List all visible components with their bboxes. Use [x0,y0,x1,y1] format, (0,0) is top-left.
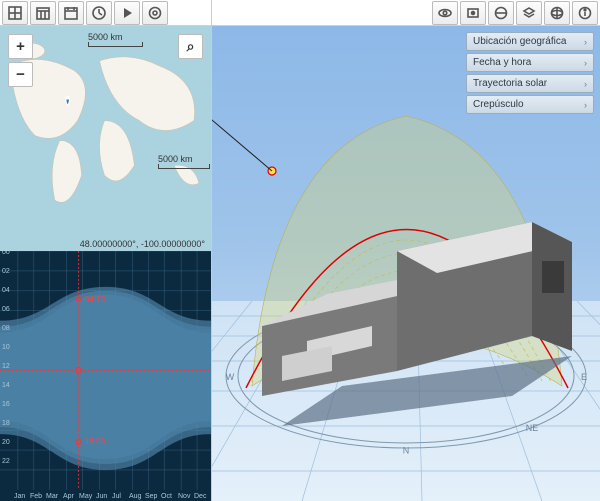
panel-layout-button[interactable] [2,1,28,25]
month-label: Sep [145,493,157,500]
hour-label: 06 [2,306,10,313]
map-scale-bottom: 5000 km [158,154,210,169]
play-icon [120,6,134,20]
month-label: Feb [30,493,42,500]
month-label: Jul [112,493,121,500]
compass-w: W [226,372,235,382]
play-button[interactable] [114,1,140,25]
panel-twilight[interactable]: Crepúsculo › [466,95,594,114]
layers-button[interactable] [516,1,542,25]
map-scale-top: 5000 km [88,32,143,47]
globe-button[interactable] [544,1,570,25]
info-icon [578,6,592,20]
month-label: Jan [14,493,25,500]
sunrise-time: 04:13 [84,295,106,304]
hour-label: 16 [2,401,10,408]
month-label: May [79,493,92,500]
toolbar-right [430,0,600,26]
eye-icon [438,6,452,20]
hour-label: 20 [2,439,10,446]
compass-ne: NE [526,423,539,433]
chevron-right-icon: › [584,58,587,68]
chevron-right-icon: › [584,79,587,89]
settings-button[interactable] [142,1,168,25]
month-label: Mar [46,493,58,500]
projection-icon [494,6,508,20]
panel-layout-icon [8,6,22,20]
map-canvas [0,26,211,250]
panel-label: Fecha y hora [473,57,531,68]
month-label: Dec [194,493,206,500]
hour-label: 04 [2,287,10,294]
world-map[interactable]: + − ⌕ 5000 km 5000 km 48.00000000°, -100… [0,26,211,251]
hour-label: 02 [2,268,10,275]
calendar-grid-button[interactable] [30,1,56,25]
visibility-button[interactable] [432,1,458,25]
month-label: Oct [161,493,172,500]
month-label: Aug [129,493,141,500]
calendar-button[interactable] [58,1,84,25]
hour-label: 22 [2,458,10,465]
toolbar-left [0,0,211,26]
display-mode-button[interactable] [460,1,486,25]
hour-label: 00 [2,251,10,256]
chevron-right-icon: › [584,100,587,110]
panel-solar-path[interactable]: Trayectoria solar › [466,74,594,93]
clock-button[interactable] [86,1,112,25]
compass-n: N [403,445,410,455]
panel-geo-location[interactable]: Ubicación geográfica › [466,32,594,51]
month-label: Nov [178,493,190,500]
gear-icon [148,6,162,20]
map-search-button[interactable]: ⌕ [178,34,203,59]
sunset-time: 19:00 [84,437,106,446]
daylight-chart-canvas [0,251,211,500]
daylight-chart[interactable]: 04:13 19:00 00 02 04 06 08 10 12 14 16 1… [0,251,211,501]
display-icon [466,6,480,20]
panel-label: Crepúsculo [473,99,524,110]
hour-label: 12 [2,363,10,370]
compass-e: E [581,372,587,382]
panel-label: Trayectoria solar [473,78,547,89]
hour-label: 18 [2,420,10,427]
clock-icon [92,6,106,20]
side-panel-accordion: Ubicación geográfica › Fecha y hora › Tray… [466,32,594,114]
info-button[interactable] [572,1,598,25]
calendar-grid-icon [36,6,50,20]
month-label: Apr [63,493,74,500]
calendar-icon [64,6,78,20]
layers-icon [522,6,536,20]
hour-label: 10 [2,344,10,351]
hour-label: 14 [2,382,10,389]
map-coordinates: 48.00000000°, -100.00000000° [80,239,205,249]
panel-label: Ubicación geográfica [473,36,566,47]
zoom-out-button[interactable]: − [8,62,33,87]
projection-button[interactable] [488,1,514,25]
panel-date-time[interactable]: Fecha y hora › [466,53,594,72]
chevron-right-icon: › [584,37,587,47]
month-label: Jun [96,493,107,500]
zoom-in-button[interactable]: + [8,34,33,59]
hour-label: 08 [2,325,10,332]
globe-icon [550,6,564,20]
